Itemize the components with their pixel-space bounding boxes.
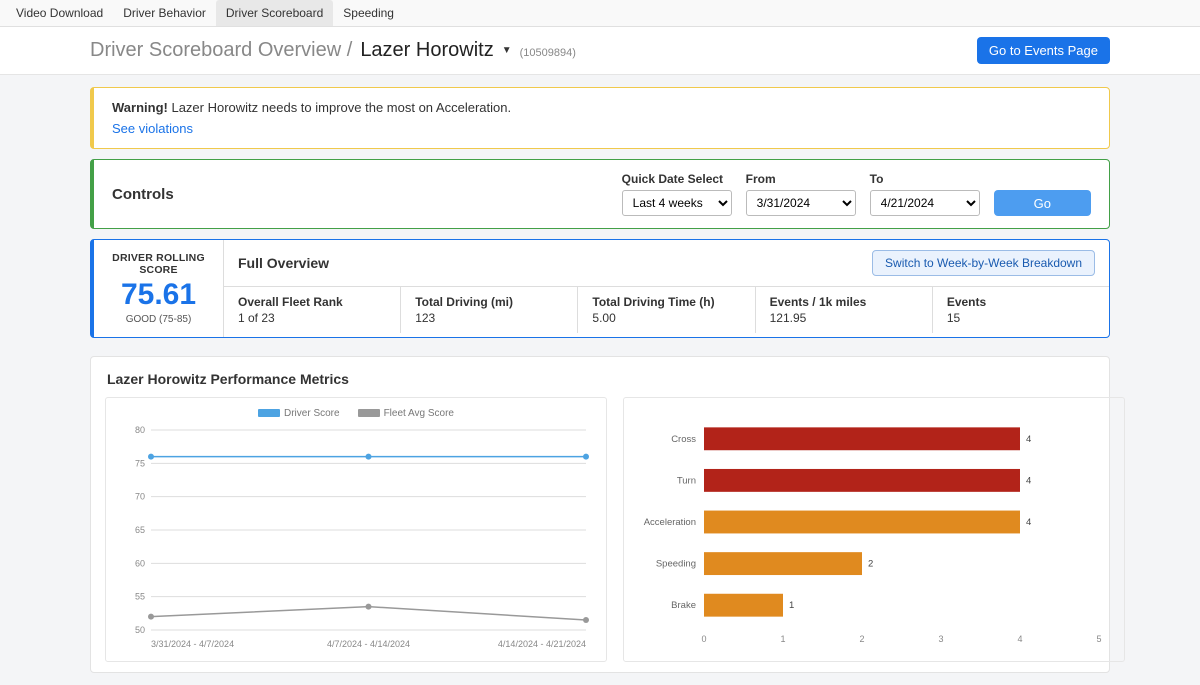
stat-cell: Events / 1k miles 121.95	[756, 287, 933, 333]
legend-item: Fleet Avg Score	[358, 408, 454, 419]
svg-text:75: 75	[135, 458, 145, 468]
driver-selector[interactable]: Lazer Horowitz ▼	[360, 39, 511, 62]
go-button[interactable]: Go	[994, 190, 1091, 216]
svg-text:4/7/2024 - 4/14/2024: 4/7/2024 - 4/14/2024	[327, 639, 410, 649]
line-chart-svg: 50 55 60 65 70 75 80 3/31/2024 - 4/7/2024 4/7/20…	[116, 425, 596, 655]
svg-text:80: 80	[135, 425, 145, 435]
stat-row: Overall Fleet Rank 1 of 23 Total Driving (…	[224, 287, 1109, 333]
stat-value: 1 of 23	[238, 311, 386, 325]
breadcrumb-root: Driver Scoreboard Overview /	[90, 39, 352, 62]
stat-cell: Total Driving Time (h) 5.00	[578, 287, 755, 333]
stat-key: Events / 1k miles	[770, 295, 918, 309]
nav-tab-speeding[interactable]: Speeding	[333, 0, 404, 26]
svg-text:50: 50	[135, 625, 145, 635]
legend-item: Driver Score	[258, 408, 340, 419]
svg-text:3: 3	[938, 634, 943, 644]
driver-id: (10509894)	[520, 47, 576, 59]
controls-title: Controls	[112, 186, 174, 203]
svg-text:2: 2	[859, 634, 864, 644]
stat-cell: Total Driving (mi) 123	[401, 287, 578, 333]
svg-text:4/14/2024 - 4/21/2024: 4/14/2024 - 4/21/2024	[498, 639, 586, 649]
driver-name: Lazer Horowitz	[360, 39, 493, 62]
svg-text:70: 70	[135, 492, 145, 502]
line-chart-legend: Driver Score Fleet Avg Score	[116, 408, 596, 419]
svg-text:55: 55	[135, 592, 145, 602]
nav-tab-driver-scoreboard[interactable]: Driver Scoreboard	[216, 0, 333, 26]
chevron-down-icon: ▼	[502, 45, 512, 56]
to-label: To	[870, 172, 980, 186]
svg-text:Speeding: Speeding	[656, 559, 696, 570]
go-to-events-button[interactable]: Go to Events Page	[977, 37, 1110, 64]
svg-text:4: 4	[1017, 634, 1022, 644]
rolling-score-band: GOOD (75-85)	[100, 314, 217, 325]
svg-text:Turn: Turn	[677, 475, 696, 486]
svg-text:65: 65	[135, 525, 145, 535]
switch-breakdown-button[interactable]: Switch to Week-by-Week Breakdown	[872, 250, 1095, 276]
nav-tab-video-download[interactable]: Video Download	[6, 0, 113, 26]
top-nav: Video DownloadDriver BehaviorDriver Scor…	[0, 0, 1200, 27]
stat-cell: Overall Fleet Rank 1 of 23	[224, 287, 401, 333]
warning-prefix: Warning!	[112, 100, 168, 115]
svg-text:Acceleration: Acceleration	[644, 517, 696, 528]
svg-text:0: 0	[701, 634, 706, 644]
stat-key: Overall Fleet Rank	[238, 295, 386, 309]
breadcrumb: Driver Scoreboard Overview / Lazer Horow…	[90, 39, 576, 62]
svg-text:60: 60	[135, 558, 145, 568]
quick-date-select[interactable]: Last 4 weeks	[622, 190, 732, 216]
bar-chart: 0 1 2 3 4 5 Cross 4 Turn 4 Acceleration 4 Speeding 2 B…	[623, 397, 1125, 662]
stat-cell: Events 15	[933, 287, 1109, 333]
score-card: DRIVER ROLLING SCORE 75.61 GOOD (75-85) …	[90, 239, 1110, 338]
stat-value: 15	[947, 311, 1095, 325]
rolling-score-label: DRIVER ROLLING SCORE	[100, 252, 217, 276]
line-chart: Driver Score Fleet Avg Score 50 55 60 65 70 75…	[105, 397, 607, 662]
stat-key: Total Driving (mi)	[415, 295, 563, 309]
bar-chart-svg: 0 1 2 3 4 5 Cross 4 Turn 4 Acceleration 4 Speeding 2 B…	[634, 408, 1114, 648]
svg-text:4: 4	[1026, 475, 1031, 486]
quick-date-label: Quick Date Select	[622, 172, 732, 186]
rolling-score-value: 75.61	[100, 278, 217, 312]
stat-key: Events	[947, 295, 1095, 309]
see-violations-link[interactable]: See violations	[112, 121, 193, 136]
svg-text:4: 4	[1026, 517, 1031, 528]
svg-text:4: 4	[1026, 434, 1031, 445]
stat-value: 5.00	[592, 311, 740, 325]
svg-text:3/31/2024 - 4/7/2024: 3/31/2024 - 4/7/2024	[151, 639, 234, 649]
full-overview-label: Full Overview	[238, 255, 329, 271]
svg-text:1: 1	[789, 600, 794, 611]
warning-alert: Warning! Lazer Horowitz needs to improve…	[90, 87, 1110, 149]
metrics-card: Lazer Horowitz Performance Metrics Drive…	[90, 356, 1110, 673]
nav-tab-driver-behavior[interactable]: Driver Behavior	[113, 0, 216, 26]
stat-value: 123	[415, 311, 563, 325]
svg-text:Cross: Cross	[671, 434, 696, 445]
to-date-select[interactable]: 4/21/2024	[870, 190, 980, 216]
svg-text:1: 1	[780, 634, 785, 644]
stat-value: 121.95	[770, 311, 918, 325]
from-date-select[interactable]: 3/31/2024	[746, 190, 856, 216]
metrics-title: Lazer Horowitz Performance Metrics	[91, 371, 1109, 397]
from-label: From	[746, 172, 856, 186]
svg-text:2: 2	[868, 559, 873, 570]
page-header: Driver Scoreboard Overview / Lazer Horow…	[0, 27, 1200, 75]
warning-text: Lazer Horowitz needs to improve the most…	[171, 100, 511, 115]
stat-key: Total Driving Time (h)	[592, 295, 740, 309]
svg-text:5: 5	[1096, 634, 1101, 644]
svg-text:Brake: Brake	[671, 600, 696, 611]
controls-panel: Controls Quick Date Select Last 4 weeks …	[90, 159, 1110, 229]
